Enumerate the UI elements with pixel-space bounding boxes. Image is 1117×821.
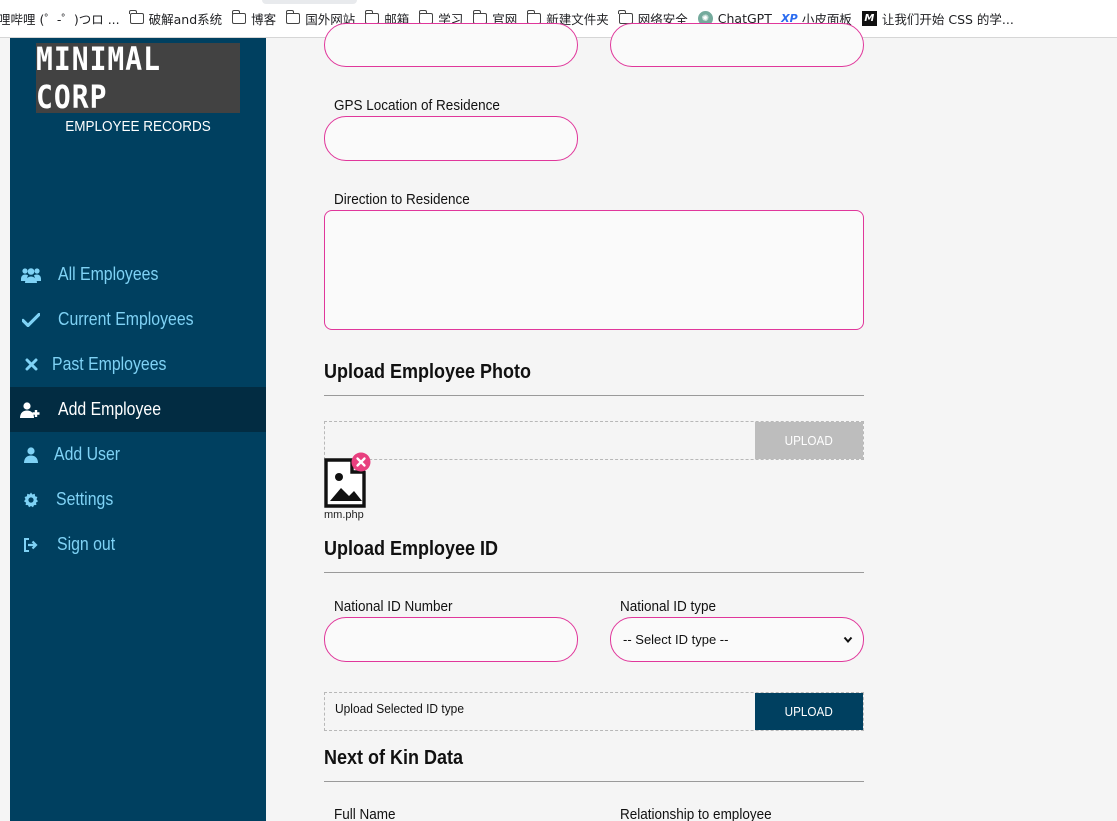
nav-label: Settings xyxy=(56,489,114,509)
chevron-down-icon xyxy=(843,636,853,644)
photo-section-heading: Upload Employee Photo xyxy=(324,361,532,383)
kin-relationship-label: Relationship to employee xyxy=(620,806,772,821)
user-plus-icon xyxy=(20,401,42,418)
company-logo[interactable]: MINIMAL CORP xyxy=(36,40,240,116)
sidebar-item-add-user[interactable]: Add User xyxy=(10,432,266,477)
sign-out-icon xyxy=(20,537,42,552)
gear-icon xyxy=(20,492,42,508)
bookmark-bilibili[interactable]: 哩哔哩 (゜-゜)つロ ... xyxy=(0,0,120,37)
file-name: mm.php xyxy=(324,509,364,521)
bookmark-folder[interactable]: 破解and系统 xyxy=(129,0,223,37)
nav-label: Past Employees xyxy=(52,354,167,374)
nav-label: Add User xyxy=(54,444,121,464)
previous-field-left[interactable] xyxy=(324,23,578,67)
id-upload-text: Upload Selected ID type xyxy=(335,701,464,716)
sidebar-subtitle: EMPLOYEE RECORDS xyxy=(65,118,211,135)
id-upload-button[interactable]: UPLOAD xyxy=(755,693,863,730)
user-icon xyxy=(20,446,42,463)
sidebar-item-current-employees[interactable]: Current Employees xyxy=(10,297,266,342)
national-id-label: National ID Number xyxy=(334,598,453,615)
sidebar-item-add-employee[interactable]: Add Employee xyxy=(10,387,266,432)
bookmark-label: 破解and系统 xyxy=(148,12,223,27)
bookmark-label: 让我们开始 CSS 的学... xyxy=(881,12,1014,27)
direction-textarea[interactable] xyxy=(324,210,864,330)
divider xyxy=(324,572,864,573)
sidebar: MINIMAL CORP EMPLOYEE RECORDS All Employ… xyxy=(10,38,266,821)
sidebar-item-settings[interactable]: Settings xyxy=(10,477,266,522)
id-type-select[interactable]: -- Select ID type -- xyxy=(610,617,864,662)
bookmark-label: 博客 xyxy=(251,12,277,27)
check-icon xyxy=(20,312,42,327)
folder-icon xyxy=(231,10,247,24)
id-type-label: National ID type xyxy=(620,598,717,615)
m-icon: M xyxy=(861,11,877,26)
file-thumbnail[interactable] xyxy=(324,452,372,509)
bookmark-label: 哩哔哩 (゜-゜)つロ ... xyxy=(0,12,120,27)
nav-label: All Employees xyxy=(58,264,159,284)
kin-full-name-label: Full Name xyxy=(334,806,396,821)
sidebar-item-all-employees[interactable]: All Employees xyxy=(10,252,266,297)
bookmark-css-learning[interactable]: M 让我们开始 CSS 的学... xyxy=(861,0,1014,37)
folder-icon xyxy=(129,10,144,24)
logo-text: MINIMAL CORP xyxy=(36,40,162,116)
folder-icon xyxy=(285,10,301,24)
divider xyxy=(324,781,864,782)
previous-field-right[interactable] xyxy=(610,23,864,67)
users-icon xyxy=(20,267,42,283)
divider xyxy=(324,395,864,396)
national-id-input[interactable] xyxy=(324,617,578,662)
nav-label: Sign out xyxy=(57,534,116,554)
nav-label: Current Employees xyxy=(58,309,194,329)
gps-location-input[interactable] xyxy=(324,116,578,161)
direction-label: Direction to Residence xyxy=(334,191,470,208)
close-icon xyxy=(20,358,42,371)
id-section-heading: Upload Employee ID xyxy=(324,538,499,560)
active-tab-edge xyxy=(262,0,357,4)
gps-location-label: GPS Location of Residence xyxy=(334,97,500,114)
kin-section-heading: Next of Kin Data xyxy=(324,747,464,769)
sidebar-nav: All Employees Current Employees Past Emp… xyxy=(10,252,266,567)
sidebar-item-sign-out[interactable]: Sign out xyxy=(10,522,266,567)
photo-upload-button[interactable]: UPLOAD xyxy=(755,422,863,459)
id-type-selected-value: -- Select ID type -- xyxy=(623,632,729,647)
sidebar-item-past-employees[interactable]: Past Employees xyxy=(10,342,266,387)
bookmark-folder[interactable]: 博客 xyxy=(231,0,277,37)
nav-label: Add Employee xyxy=(58,399,162,419)
remove-file-icon[interactable] xyxy=(351,452,371,472)
